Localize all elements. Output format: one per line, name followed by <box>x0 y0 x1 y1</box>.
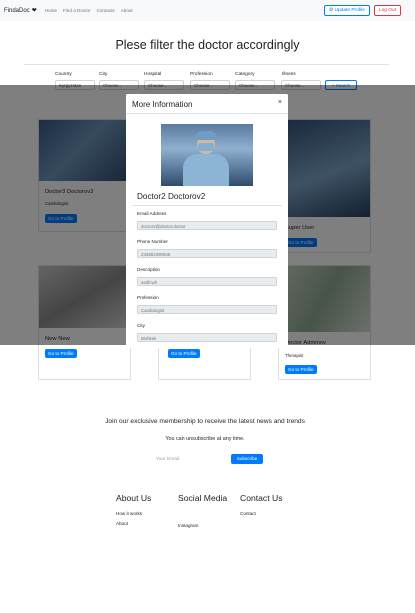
go-to-profile-button[interactable]: Go to Profile <box>168 349 200 359</box>
footer-social-title: Social Media <box>178 493 228 503</box>
heart-icon: ❤ <box>31 8 37 14</box>
subscribe-button[interactable]: Subscribe <box>231 454 263 464</box>
doctor-photo <box>161 124 253 186</box>
newsletter-title: Join our exclusive membership to receive… <box>105 418 305 425</box>
logout-button[interactable]: Log Out <box>373 5 401 16</box>
footer-contact-title: Contact Us <box>240 493 283 503</box>
email-field[interactable]: doctor2@doctor.doctor <box>137 221 277 230</box>
brand-name: FindaDoc <box>4 7 30 14</box>
doctor-specialty: Therapist <box>285 353 304 358</box>
doctor-photo-mask <box>198 143 214 151</box>
footer-link-instagram[interactable]: Instagram <box>178 523 198 528</box>
more-info-modal: More Information × Doctor2 Doctorov2 Ema… <box>126 94 288 348</box>
doctor-name: Doctor2 Doctorov2 <box>137 192 206 201</box>
footer-link-about[interactable]: About <box>116 521 128 526</box>
divider <box>24 64 389 65</box>
label-category: Category <box>235 72 255 77</box>
profession-field[interactable]: Cardiologist <box>137 305 277 314</box>
user-gear-icon: ⚙ <box>328 8 334 13</box>
label-country: Country <box>55 72 72 77</box>
modal-divider <box>132 205 282 206</box>
modal-header: More Information × <box>126 94 288 114</box>
update-profile-button[interactable]: ⚙ Update Profile <box>323 5 370 16</box>
nav-link-find-doctor[interactable]: Find a Doctor <box>63 8 91 13</box>
phone-field[interactable]: 234802290845 <box>137 249 277 258</box>
city-field[interactable]: Bishkek <box>137 333 277 342</box>
newsletter-email-input[interactable]: Your Email <box>152 453 228 464</box>
description-label: Description <box>137 267 160 272</box>
nav-link-contacts[interactable]: Contacts <box>97 8 115 13</box>
footer-link-contact[interactable]: Contact <box>240 511 256 516</box>
footer-link-how-it-works[interactable]: How it works <box>116 511 142 516</box>
brand-logo[interactable]: FindaDoc ❤ <box>4 7 37 15</box>
label-hospital: Hospital <box>144 72 162 77</box>
label-city: City <box>99 72 108 77</box>
update-profile-label: Update Profile <box>334 8 365 13</box>
newsletter-subtitle: You can unsubscribe at any time. <box>165 436 245 442</box>
description-field[interactable]: asdfcwh <box>137 277 277 286</box>
nav-link-about[interactable]: About <box>121 8 133 13</box>
footer-about-title: About Us <box>116 493 152 503</box>
phone-label: Phone Number <box>137 239 168 244</box>
go-to-profile-button[interactable]: Go to Profile <box>45 349 77 359</box>
go-to-profile-button[interactable]: Go to Profile <box>285 365 317 375</box>
email-label: Email Address <box>137 211 167 216</box>
page-title: Plese filter the doctor accordingly <box>115 38 300 52</box>
doctor-photo-body <box>183 154 229 186</box>
label-profession: Profession <box>190 72 213 77</box>
doctor-photo-cap <box>195 131 217 140</box>
nav-link-home[interactable]: Home <box>45 8 57 13</box>
navbar: FindaDoc ❤ Home Find a Doctor Contacts A… <box>0 0 415 21</box>
modal-title: More Information <box>132 100 193 109</box>
profession-label: Profession <box>137 295 159 300</box>
city-label: City <box>137 323 145 328</box>
close-icon[interactable]: × <box>278 99 282 106</box>
label-illness: Illness <box>282 72 296 77</box>
